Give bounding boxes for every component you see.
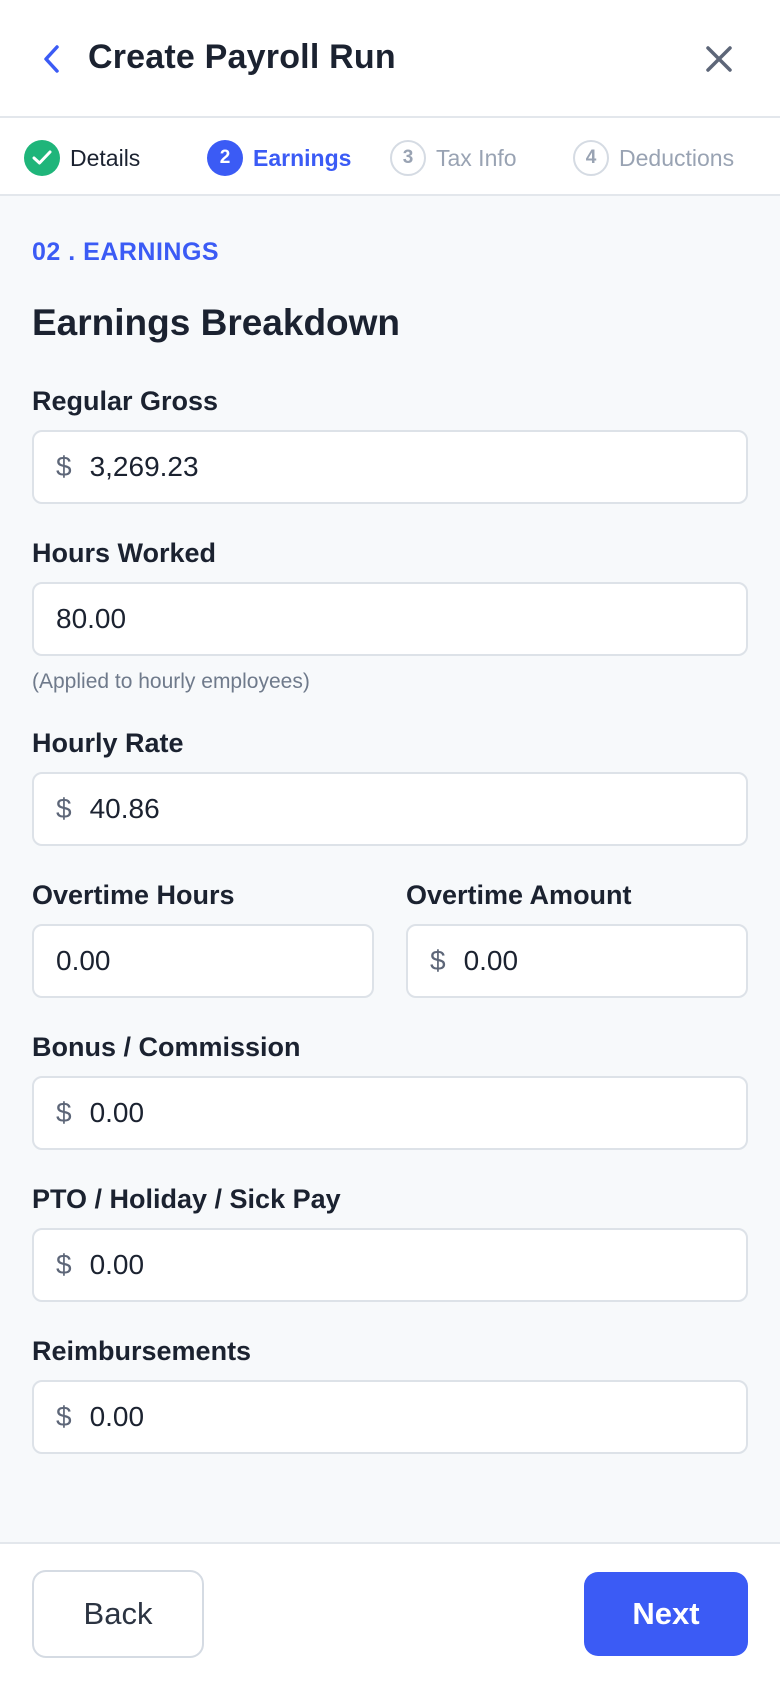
- reimbursements-label: Reimbursements: [32, 1336, 252, 1366]
- reimbursements-field[interactable]: $: [32, 1380, 748, 1454]
- overtime-hours-label: Overtime Hours: [32, 880, 235, 910]
- bonus-input[interactable]: [89, 1097, 746, 1129]
- hourly-rate-label: Hourly Rate: [32, 728, 184, 758]
- step-label: Earnings: [253, 144, 352, 171]
- currency-symbol: $: [430, 945, 446, 976]
- step-earnings[interactable]: 2 Earnings: [207, 140, 351, 176]
- progress-stepper: Details 2 Earnings 3 Tax Info 4 Deductio…: [0, 118, 780, 196]
- currency-symbol: $: [56, 793, 72, 824]
- overtime-amount-input[interactable]: [463, 945, 746, 977]
- section-tag: 02 . EARNINGS: [32, 238, 220, 266]
- currency-symbol: $: [56, 1097, 72, 1128]
- step-tax-info[interactable]: 3 Tax Info: [390, 140, 517, 176]
- step-deductions[interactable]: 4 Deductions: [573, 140, 734, 176]
- pto-label: PTO / Holiday / Sick Pay: [32, 1184, 341, 1214]
- reimbursements-input[interactable]: [89, 1401, 746, 1433]
- overtime-amount-field[interactable]: $: [406, 924, 748, 998]
- footer-bar: Back Next: [0, 1542, 780, 1688]
- hours-worked-field[interactable]: [32, 582, 748, 656]
- hours-worked-helper: (Applied to hourly employees): [32, 670, 310, 693]
- hours-worked-label: Hours Worked: [32, 538, 217, 568]
- bonus-field[interactable]: $: [32, 1076, 748, 1150]
- step-details[interactable]: Details: [24, 140, 140, 176]
- currency-symbol: $: [56, 1401, 72, 1432]
- hours-worked-input[interactable]: [56, 603, 746, 635]
- pto-input[interactable]: [89, 1249, 746, 1281]
- currency-symbol: $: [56, 1249, 72, 1280]
- hourly-rate-input[interactable]: [89, 793, 746, 825]
- step-label: Tax Info: [436, 144, 517, 171]
- regular-gross-input[interactable]: [89, 451, 746, 483]
- step-label: Details: [70, 144, 141, 171]
- pto-field[interactable]: $: [32, 1228, 748, 1302]
- back-button[interactable]: Back: [32, 1570, 204, 1658]
- regular-gross-field[interactable]: $: [32, 430, 748, 504]
- close-icon[interactable]: [702, 42, 736, 76]
- overtime-hours-input[interactable]: [56, 945, 372, 977]
- step-number: 4: [573, 140, 609, 176]
- page-title: Create Payroll Run: [88, 38, 396, 76]
- step-number: 2: [207, 140, 243, 176]
- check-icon: [24, 140, 60, 176]
- currency-symbol: $: [56, 451, 72, 482]
- section-title: Earnings Breakdown: [32, 302, 401, 343]
- step-label: Deductions: [619, 144, 735, 171]
- step-number: 3: [390, 140, 426, 176]
- bonus-label: Bonus / Commission: [32, 1032, 301, 1062]
- overtime-amount-label: Overtime Amount: [406, 880, 632, 910]
- back-chevron-icon[interactable]: [38, 42, 66, 76]
- next-button[interactable]: Next: [584, 1572, 748, 1656]
- app-header: Create Payroll Run: [0, 0, 780, 118]
- regular-gross-label: Regular Gross: [32, 386, 219, 416]
- hourly-rate-field[interactable]: $: [32, 772, 748, 846]
- overtime-hours-field[interactable]: [32, 924, 374, 998]
